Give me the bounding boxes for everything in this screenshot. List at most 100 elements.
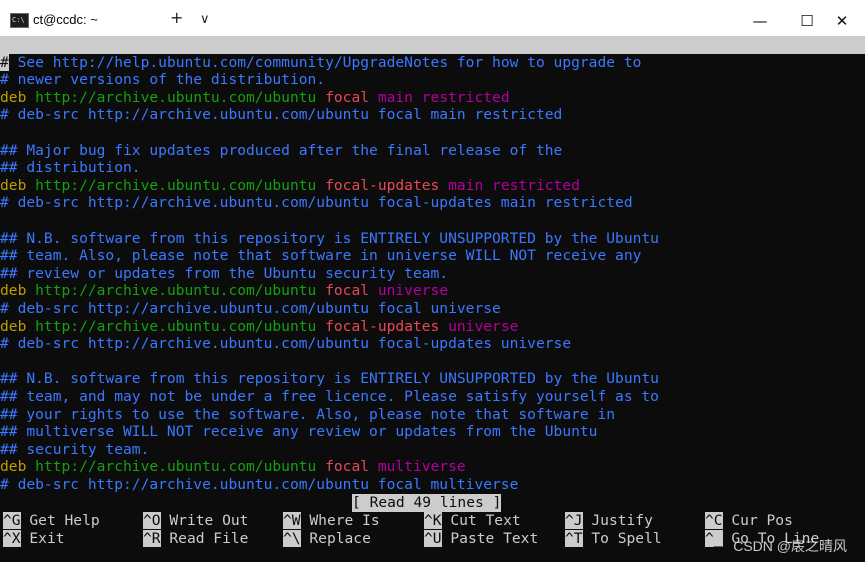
shortcut-label: To Spell	[591, 529, 662, 547]
suite-name: focal-updates	[316, 176, 440, 194]
shortcut-key: ^C	[705, 512, 723, 529]
window-title: ct@ccdc: ~	[33, 12, 98, 27]
comment-text: ## Major bug fix updates produced after …	[0, 141, 563, 159]
comment-text: # newer versions of the distribution.	[0, 71, 326, 89]
comment-text: ## team, and may not be under a free lic…	[0, 388, 659, 405]
csdn-watermark: CSDN @扆之晴风	[733, 538, 847, 555]
comment-text: ## N.B. software from this repository is…	[0, 229, 659, 247]
shortcut-label: Get Help	[29, 512, 100, 529]
comment-text: # deb-src http://archive.ubuntu.com/ubun…	[0, 106, 563, 124]
suite-name: focal	[316, 282, 370, 300]
comment-text: # deb-src http://archive.ubuntu.com/ubun…	[0, 300, 501, 317]
component-list: universe	[369, 282, 449, 300]
shortcut-label: Read File	[169, 529, 249, 547]
tab-dropdown-icon[interactable]: ∨	[200, 12, 210, 27]
editor-line[interactable]	[0, 212, 865, 230]
editor-line[interactable]: ## review or updates from the Ubuntu sec…	[0, 265, 865, 283]
shortcut-label: Write Out	[169, 512, 249, 529]
editor-line[interactable]: deb http://archive.ubuntu.com/ubuntu foc…	[0, 458, 865, 476]
shortcut-item[interactable]: ^T To Spell	[565, 529, 662, 548]
shortcut-item[interactable]: ^U Paste Text	[424, 529, 539, 548]
editor-line[interactable]: ## team. Also, please note that software…	[0, 247, 865, 265]
editor-line[interactable]	[0, 353, 865, 371]
comment-text: ## multiverse WILL NOT receive any revie…	[0, 423, 598, 441]
comment-text: # deb-src http://archive.ubuntu.com/ubun…	[0, 335, 572, 353]
shortcut-item[interactable]: ^C Cur Pos	[705, 512, 793, 530]
deb-keyword: deb	[0, 458, 27, 476]
shortcut-key: ^O	[143, 512, 161, 529]
component-list: main restricted	[369, 88, 510, 106]
shortcut-item[interactable]: ^W Where Is	[283, 512, 380, 530]
suite-name: focal	[316, 88, 370, 106]
shortcut-item[interactable]: ^X Exit	[3, 529, 65, 548]
editor-line[interactable]: # deb-src http://archive.ubuntu.com/ubun…	[0, 476, 865, 494]
repo-url: http://archive.ubuntu.com/ubuntu	[26, 458, 317, 476]
text-cursor: #	[0, 53, 9, 71]
editor-line[interactable]: deb http://archive.ubuntu.com/ubuntu foc…	[0, 177, 865, 195]
shortcut-label: Cut Text	[450, 512, 521, 529]
shortcut-item[interactable]: ^\ Replace	[283, 529, 371, 548]
shortcut-key: ^X	[3, 529, 21, 547]
comment-text: ## team. Also, please note that software…	[0, 247, 642, 265]
shortcut-key: ^J	[565, 512, 583, 529]
editor-line[interactable]: # deb-src http://archive.ubuntu.com/ubun…	[0, 335, 865, 353]
comment-text: ## distribution.	[0, 159, 141, 177]
shortcut-key: ^T	[565, 529, 583, 547]
shortcut-item[interactable]: ^R Read File	[143, 529, 249, 548]
editor-line[interactable]: ## security team.	[0, 441, 865, 459]
editor-line[interactable]: deb http://archive.ubuntu.com/ubuntu foc…	[0, 318, 865, 336]
shortcut-item[interactable]: ^J Justify	[565, 512, 653, 530]
shortcut-label: Exit	[29, 529, 65, 547]
editor-line[interactable]: deb http://archive.ubuntu.com/ubuntu foc…	[0, 89, 865, 107]
window-titlebar[interactable]: C:\ ct@ccdc: ~ + ∨ — ☐ ✕	[0, 6, 865, 36]
repo-url: http://archive.ubuntu.com/ubuntu	[26, 88, 317, 106]
comment-text: ## review or updates from the Ubuntu sec…	[0, 264, 449, 282]
nano-header: GNU nano 4.8 /etc/apt/sources.list	[0, 36, 865, 88]
shortcut-label: Where Is	[309, 512, 380, 529]
editor-line[interactable]: ## team, and may not be under a free lic…	[0, 388, 865, 406]
editor-line[interactable]: # deb-src http://archive.ubuntu.com/ubun…	[0, 106, 865, 124]
editor-line[interactable]	[0, 124, 865, 142]
shortcut-item[interactable]: ^G Get Help	[3, 512, 100, 530]
close-button[interactable]: ✕	[819, 6, 865, 36]
minimize-button[interactable]: —	[737, 6, 783, 36]
editor-line[interactable]: deb http://archive.ubuntu.com/ubuntu foc…	[0, 282, 865, 300]
editor-line[interactable]: ## Major bug fix updates produced after …	[0, 142, 865, 160]
comment-text: # deb-src http://archive.ubuntu.com/ubun…	[0, 476, 519, 493]
editor-line[interactable]: ## N.B. software from this repository is…	[0, 230, 865, 248]
shortcut-label: Replace	[309, 529, 371, 547]
deb-keyword: deb	[0, 317, 27, 335]
shortcut-label: Paste Text	[450, 529, 539, 547]
suite-name: focal	[316, 458, 370, 476]
status-message: [ Read 49 lines ]	[352, 494, 502, 512]
terminal-icon: C:\	[10, 13, 29, 28]
shortcut-key: ^W	[283, 512, 301, 529]
editor-line[interactable]: ## your rights to use the software. Also…	[0, 406, 865, 424]
editor-line[interactable]: ## multiverse WILL NOT receive any revie…	[0, 423, 865, 441]
repo-url: http://archive.ubuntu.com/ubuntu	[26, 282, 317, 300]
deb-keyword: deb	[0, 176, 27, 194]
editor-line[interactable]: # See http://help.ubuntu.com/community/U…	[0, 53, 865, 72]
editor-line[interactable]: ## N.B. software from this repository is…	[0, 370, 865, 388]
comment-text: ## your rights to use the software. Also…	[0, 405, 616, 423]
shortcut-item[interactable]: ^K Cut Text	[424, 512, 521, 530]
comment-text: # deb-src http://archive.ubuntu.com/ubun…	[0, 194, 633, 212]
shortcut-key: ^K	[424, 512, 442, 529]
shortcut-item[interactable]: ^O Write Out	[143, 512, 248, 530]
editor-line[interactable]: # newer versions of the distribution.	[0, 71, 865, 89]
editor-line[interactable]: # deb-src http://archive.ubuntu.com/ubun…	[0, 194, 865, 212]
shortcut-label: Justify	[591, 512, 653, 529]
shortcut-label: Cur Pos	[731, 512, 793, 529]
new-tab-button[interactable]: +	[170, 8, 183, 27]
terminal-area[interactable]: GNU nano 4.8 /etc/apt/sources.list # See…	[0, 36, 865, 562]
shortcut-key: ^_	[705, 529, 723, 547]
shortcut-key: ^G	[3, 512, 21, 529]
comment-text: ## N.B. software from this repository is…	[0, 370, 659, 388]
deb-keyword: deb	[0, 88, 27, 106]
component-list: multiverse	[369, 458, 466, 476]
repo-url: http://archive.ubuntu.com/ubuntu	[26, 317, 317, 335]
editor-line[interactable]: ## distribution.	[0, 159, 865, 177]
component-list: main restricted	[439, 176, 580, 194]
editor-line[interactable]: # deb-src http://archive.ubuntu.com/ubun…	[0, 300, 865, 318]
suite-name: focal-updates	[316, 317, 440, 335]
